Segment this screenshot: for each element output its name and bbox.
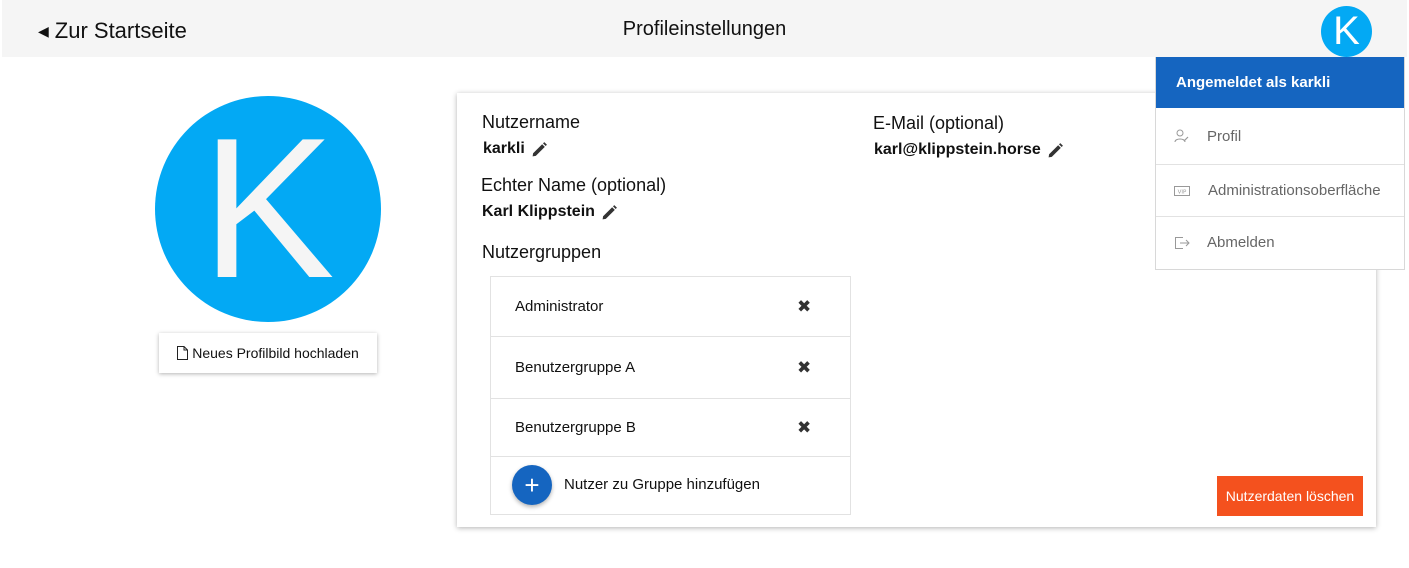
menu-item-label: Abmelden [1207, 234, 1275, 251]
file-icon [177, 346, 189, 360]
menu-item-profile[interactable]: Profil [1156, 108, 1404, 164]
add-to-group-label: Nutzer zu Gruppe hinzufügen [564, 476, 760, 493]
remove-group-x-icon[interactable]: ✖ [797, 297, 811, 317]
edit-username-pencil-icon[interactable] [531, 141, 548, 158]
logged-in-as-header: Angemeldet als karkli [1156, 57, 1404, 108]
delete-button-label: Nutzerdaten löschen [1225, 488, 1355, 504]
svg-text:VIP: VIP [1178, 189, 1187, 195]
realname-label: Echter Name (optional) [481, 175, 667, 195]
group-row: Benutzergruppe A ✖ [491, 337, 850, 399]
edit-realname-pencil-icon[interactable] [601, 204, 618, 221]
profile-avatar-letter: K [201, 97, 335, 320]
user-edit-icon [1174, 129, 1189, 143]
top-bar: ◀ Zur Startseite Profileinstellungen [2, 0, 1407, 57]
realname-text: Karl Klippstein [482, 203, 595, 220]
email-label: E-Mail (optional) [873, 113, 1005, 133]
username-value: karkli [483, 140, 548, 158]
username-label: Nutzername [482, 112, 581, 132]
group-row: Administrator ✖ [491, 277, 850, 337]
realname-value: Karl Klippstein [482, 203, 618, 221]
menu-item-admin[interactable]: VIP Administrationsoberfläche [1156, 165, 1404, 216]
delete-user-data-button[interactable]: Nutzerdaten löschen [1217, 476, 1363, 516]
group-name: Administrator [515, 298, 604, 315]
email-text: karl@klippstein.horse [874, 141, 1041, 158]
logout-icon [1175, 236, 1190, 249]
upload-profile-picture-button[interactable]: Neues Profilbild hochladen [159, 333, 377, 373]
add-to-group-button[interactable]: + [512, 465, 552, 505]
menu-item-label: Profil [1207, 127, 1242, 145]
vip-icon: VIP [1174, 185, 1190, 196]
profile-avatar: K [155, 96, 381, 322]
menu-item-logout[interactable]: Abmelden [1156, 217, 1404, 268]
add-user-to-group-row: + Nutzer zu Gruppe hinzufügen [491, 457, 850, 514]
page-title: Profileinstellungen [622, 18, 787, 40]
upload-button-label: Neues Profilbild hochladen [192, 345, 359, 361]
remove-group-x-icon[interactable]: ✖ [797, 418, 811, 438]
group-name: Benutzergruppe B [515, 419, 636, 436]
group-list: Administrator ✖ Benutzergruppe A ✖ Benut… [490, 276, 851, 515]
user-avatar-button[interactable]: K [1321, 6, 1372, 57]
email-value: karl@klippstein.horse [874, 141, 1064, 159]
logged-in-as-text: Angemeldet als karkli [1176, 74, 1331, 91]
remove-group-x-icon[interactable]: ✖ [797, 358, 811, 378]
avatar-letter: K [1333, 9, 1360, 53]
group-name: Benutzergruppe A [515, 359, 636, 376]
plus-icon: + [524, 470, 540, 500]
edit-email-pencil-icon[interactable] [1047, 142, 1064, 159]
menu-item-label: Administrationsoberfläche [1208, 182, 1381, 199]
username-text: karkli [483, 140, 525, 157]
groups-title: Nutzergruppen [482, 242, 602, 262]
group-row: Benutzergruppe B ✖ [491, 399, 850, 457]
user-menu-dropdown: Angemeldet als karkli Profil VIP Adminis… [1155, 57, 1405, 270]
